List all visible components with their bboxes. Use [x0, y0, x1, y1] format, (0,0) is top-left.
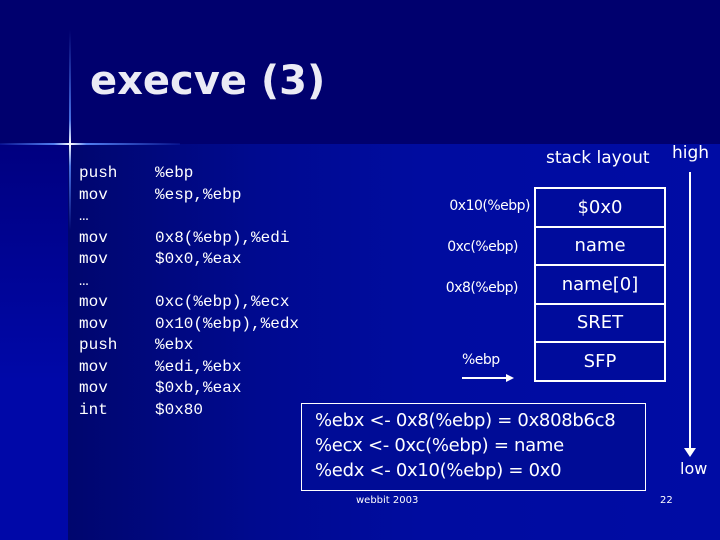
code-opcode: mov [79, 228, 108, 247]
code-line: … [79, 206, 299, 228]
down-arrow-icon [684, 448, 696, 457]
slide-title: execve (3) [90, 58, 326, 104]
result-line-ebx: %ebx <- 0x8(%ebp) = 0x808b6c8 [315, 410, 616, 431]
register-results-box: %ebx <- 0x8(%ebp) = 0x808b6c8 %ecx <- 0x… [301, 403, 646, 491]
code-opcode: push [79, 336, 118, 354]
code-line: mov 0x10(%ebp),%edx [79, 314, 299, 336]
code-opcode: mov [79, 185, 108, 204]
assembly-code-listing: push %ebp mov %esp,%ebp … mov 0x8(%ebp),%ed… [79, 163, 299, 421]
code-operand: 0xc(%ebp),%ecx [155, 293, 290, 311]
stack-layout-title: stack layout [546, 148, 650, 168]
decorative-star-vertical-line [69, 30, 71, 230]
stack-cell-saved-frame-pointer: SFP [534, 341, 666, 382]
code-operand: $0x80 [155, 400, 204, 419]
stack-cell-saved-return: SRET [534, 302, 666, 343]
right-arrow-icon [506, 374, 514, 382]
code-operand: $0x0,%eax [155, 250, 242, 268]
code-opcode: mov [79, 293, 108, 311]
code-opcode: mov [79, 250, 108, 268]
decorative-star-horizontal-line [0, 143, 180, 145]
code-opcode: … [79, 207, 89, 225]
code-line: push %ebp [79, 163, 299, 185]
stack-cell-envp: $0x0 [534, 187, 666, 228]
low-address-label: low [680, 459, 708, 478]
result-line-edx: %edx <- 0x10(%ebp) = 0x0 [315, 460, 562, 481]
code-line: … [79, 271, 299, 293]
code-opcode: mov [79, 357, 108, 376]
code-line: mov %esp,%ebp [79, 185, 299, 207]
stack-diagram: $0x0 name name[0] SRET SFP [534, 187, 666, 382]
high-address-label: high [672, 143, 710, 163]
address-direction-line [689, 172, 691, 450]
footer-page-number: 22 [660, 495, 673, 506]
result-line-ecx: %ecx <- 0xc(%ebp) = name [315, 435, 564, 456]
offset-label-0xc: 0xc(%ebp) [447, 239, 518, 255]
code-operand: %ebx [155, 336, 194, 354]
background-left-strip [0, 144, 68, 540]
code-line: mov 0x8(%ebp),%edi [79, 228, 299, 250]
code-opcode: int [79, 400, 108, 419]
offset-label-0x8: 0x8(%ebp) [445, 280, 519, 296]
code-line: mov $0xb,%eax [79, 378, 299, 400]
code-line: int $0x80 [79, 400, 299, 422]
stack-cell-argv: name [534, 225, 666, 266]
code-operand: %edi,%ebx [155, 357, 242, 376]
code-line: mov 0xc(%ebp),%ecx [79, 292, 299, 314]
code-opcode: mov [79, 314, 108, 333]
code-opcode: mov [79, 379, 108, 397]
code-line: mov %edi,%ebx [79, 357, 299, 379]
code-line: push %ebx [79, 335, 299, 357]
stack-cell-filename: name[0] [534, 264, 666, 305]
code-opcode: … [79, 271, 89, 290]
code-operand: $0xb,%eax [155, 379, 242, 397]
offset-label-0x10: 0x10(%ebp) [449, 198, 530, 214]
ebp-pointer-label: %ebp [462, 352, 500, 368]
code-operand: 0x8(%ebp),%edi [155, 228, 290, 247]
code-opcode: push [79, 164, 118, 182]
code-operand: %esp,%ebp [155, 185, 242, 204]
ebp-arrow-line [462, 377, 508, 379]
code-operand: %ebp [155, 164, 194, 182]
code-operand: 0x10(%ebp),%edx [155, 314, 300, 333]
footer-author: webbit 2003 [356, 495, 419, 506]
code-line: mov $0x0,%eax [79, 249, 299, 271]
